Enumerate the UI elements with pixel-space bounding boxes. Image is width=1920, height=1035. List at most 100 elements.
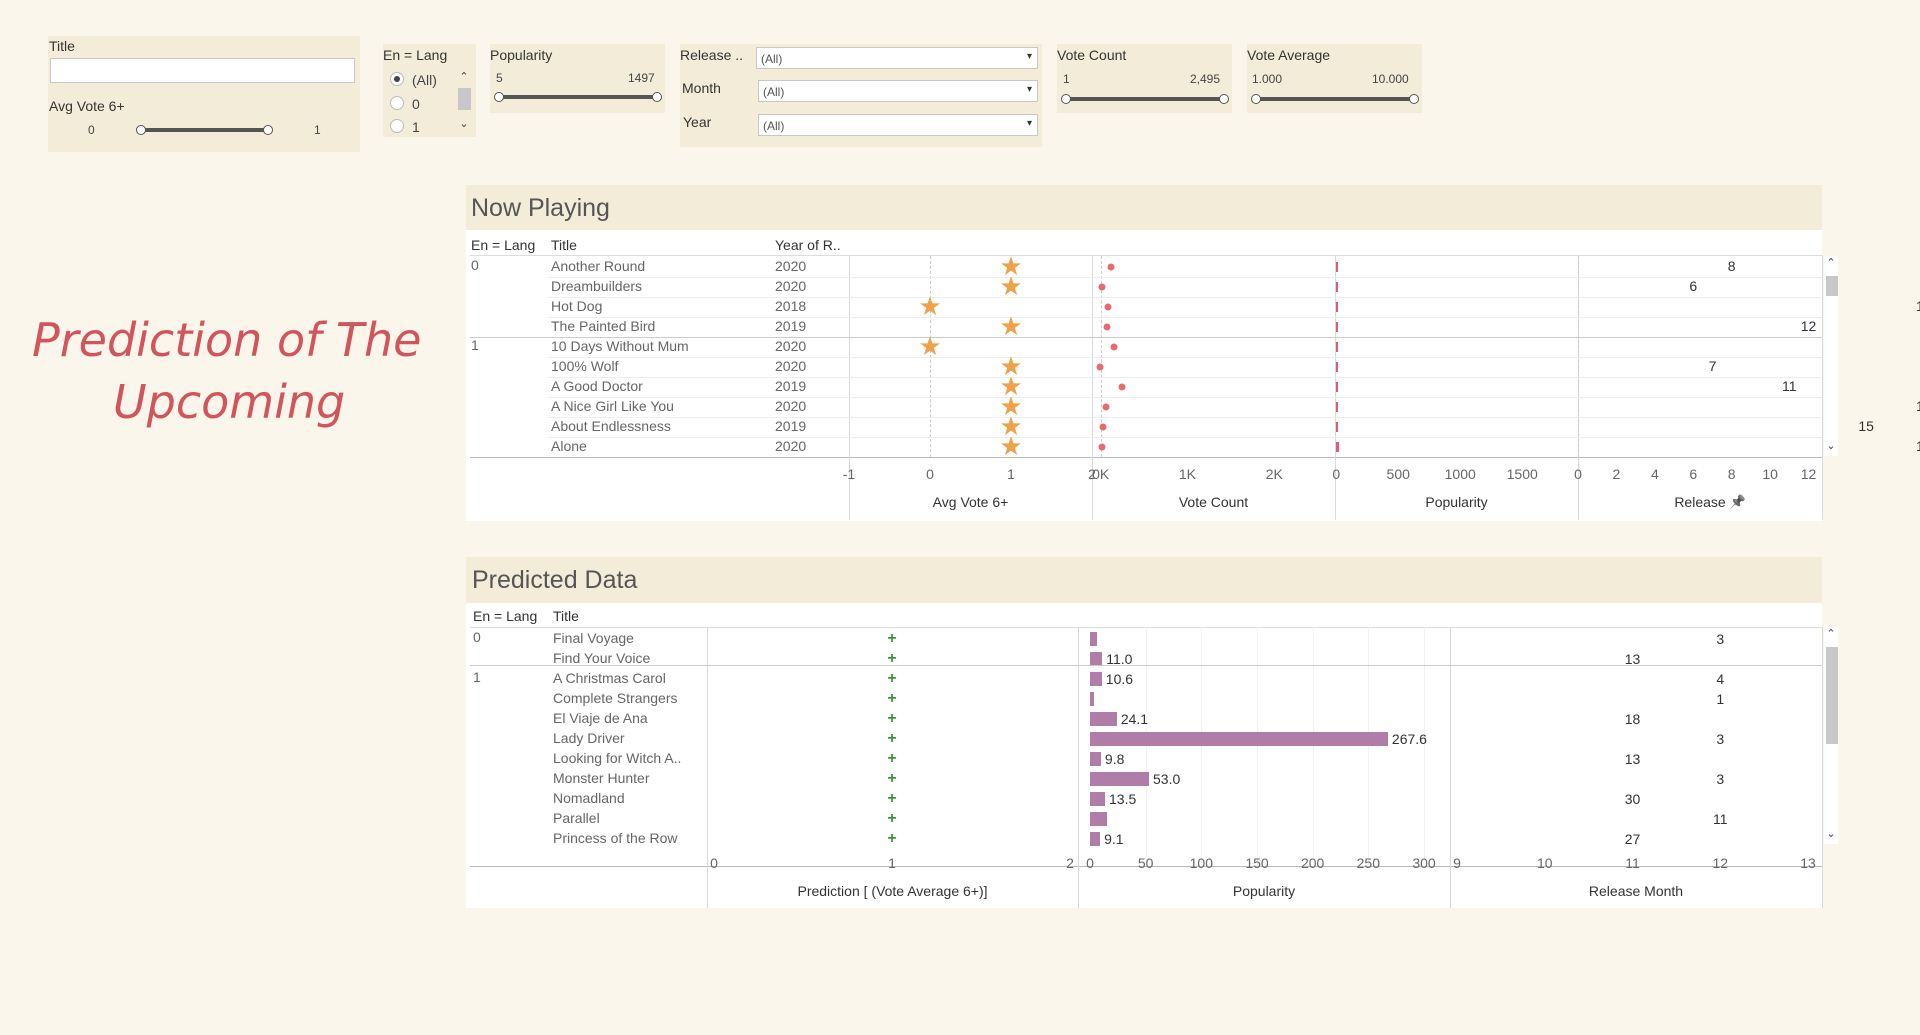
release-month-label: 1 [1716,691,1725,707]
now-playing-scroll-thumb[interactable] [1826,276,1838,296]
now-playing-axis-tick: 0 [926,466,934,482]
popularity-max: 1497 [628,71,655,85]
now-playing-axis-tick: 0K [1092,466,1110,482]
row-line [548,357,1822,358]
avg-vote-filter-label: Avg Vote 6+ [49,98,125,114]
now-playing-col-title: Title [551,237,577,253]
vote-count-dot [1096,363,1104,371]
chevron-down-icon: ▾ [1026,51,1032,62]
popularity-slider-min-handle[interactable] [494,92,504,102]
popularity-data-label: 24.1 [1120,711,1149,727]
avg-vote-slider[interactable] [136,125,273,135]
now-playing-scrollbar[interactable]: ⌃ ⌄ [1824,256,1838,456]
avg-vote-min: 0 [88,123,95,137]
release-label: 11 [1782,378,1797,394]
now-playing-row-title: The Painted Bird [551,318,656,334]
now-playing-axis-tick: 0 [1332,466,1341,482]
predicted-axis-tick: 200 [1300,855,1325,871]
scroll-down-icon[interactable]: ⌄ [457,117,471,130]
scroll-down-icon[interactable]: ⌄ [1824,827,1838,840]
en-lang-radio-1[interactable] [390,119,404,133]
predicted-scroll-thumb[interactable] [1826,647,1838,744]
now-playing-group-1: 1 [471,337,479,353]
row-line [548,377,1822,378]
en-lang-radio-all[interactable] [390,72,404,86]
release-month-label: 27 [1624,831,1641,847]
popularity-slider-max-handle[interactable] [652,92,662,102]
popularity-min: 5 [496,71,503,85]
predicted-row-title: Final Voyage [553,630,634,646]
prediction-plus-icon: + [887,830,897,847]
en-lang-scrollbar[interactable]: ⌃ ⌄ [457,70,471,134]
now-playing-row-year: 2020 [775,278,807,294]
vote-average-slider-max-handle[interactable] [1409,94,1419,104]
en-lang-radio-0[interactable] [390,96,404,110]
en-lang-scroll-thumb[interactable] [458,88,471,110]
popularity-gridline [1368,627,1370,866]
month-dropdown[interactable]: (All) ▾ [758,80,1038,102]
scroll-up-icon[interactable]: ⌃ [1824,256,1838,269]
predicted-row-title: Nomadland [553,790,625,806]
vote-count-slider[interactable] [1061,94,1229,104]
vote-count-dot [1107,263,1115,271]
row-line [548,417,1822,418]
popularity-bar [1336,422,1338,432]
now-playing-row-year: 2019 [775,318,807,334]
predicted-scrollbar[interactable]: ⌃ ⌄ [1824,627,1838,844]
predicted-axis-tick: 300 [1412,855,1436,871]
popularity-slider[interactable] [494,92,662,102]
predicted-row-title: Parallel [553,810,600,826]
release-month-label: 18 [1624,711,1641,727]
predicted-axis-tick: 10 [1536,855,1553,871]
predicted-row-title: Princess of the Row [553,830,678,846]
vote-average-slider[interactable] [1251,94,1419,104]
vote-count-dot [1110,343,1118,351]
now-playing-axis-tick: 6 [1689,466,1698,482]
vote-count-dot [1099,423,1107,431]
predicted-axis-tick: 12 [1712,855,1729,871]
avg-vote-slider-min-handle[interactable] [136,125,146,135]
predicted-col-title: Title [553,608,579,624]
popularity-bar [1090,732,1388,746]
predicted-group-0: 0 [473,629,481,645]
predicted-row-title: A Christmas Carol [553,670,666,686]
vote-count-dot [1098,443,1106,451]
now-playing-footer-line [470,457,1822,458]
scroll-down-icon[interactable]: ⌄ [1824,439,1838,452]
popularity-gridline [1312,627,1314,866]
vote-count-slider-max-handle[interactable] [1219,94,1229,104]
vote-average-max: 10.000 [1372,72,1409,86]
predicted-axis-tick: 1 [888,855,896,871]
avg-vote-star-icon: ★ [999,431,1023,461]
predicted-axis-tick: 11 [1625,855,1640,871]
now-playing-group-0: 0 [471,257,479,273]
now-playing-row-title: Alone [551,438,587,454]
release-dropdown[interactable]: (All) ▾ [756,47,1038,69]
title-filter-label: Title [49,38,75,54]
popularity-bar [1336,282,1338,292]
predicted-row-title: Complete Strangers [553,690,678,706]
title-filter-input[interactable] [50,58,355,83]
avg-vote-slider-max-handle[interactable] [263,125,273,135]
vote-count-slider-min-handle[interactable] [1061,94,1071,104]
now-playing-row-year: 2018 [775,298,807,314]
now-playing-axis-title: Vote Count [1178,494,1249,510]
release-month-label: 13 [1624,751,1641,767]
popularity-bar [1336,302,1338,312]
en-lang-option-all: (All) [412,72,437,88]
year-dropdown-value: (All) [763,119,785,133]
now-playing-row-year: 2020 [775,338,807,354]
predicted-axis-tick: 0 [1086,855,1094,871]
prediction-plus-icon: + [887,770,897,787]
prediction-plus-icon: + [887,630,897,647]
scroll-up-icon[interactable]: ⌃ [1824,627,1838,640]
release-month-label: 4 [1716,671,1725,687]
predicted-axis-tick: 2 [1066,855,1074,871]
scroll-up-icon[interactable]: ⌃ [457,70,471,83]
year-dropdown[interactable]: (All) ▾ [758,114,1038,136]
release-month-label: 11 [1712,811,1728,827]
popularity-bar [1090,692,1095,706]
popularity-bar [1090,812,1107,826]
vote-average-slider-min-handle[interactable] [1251,94,1261,104]
predicted-axis-tick: 100 [1189,855,1214,871]
